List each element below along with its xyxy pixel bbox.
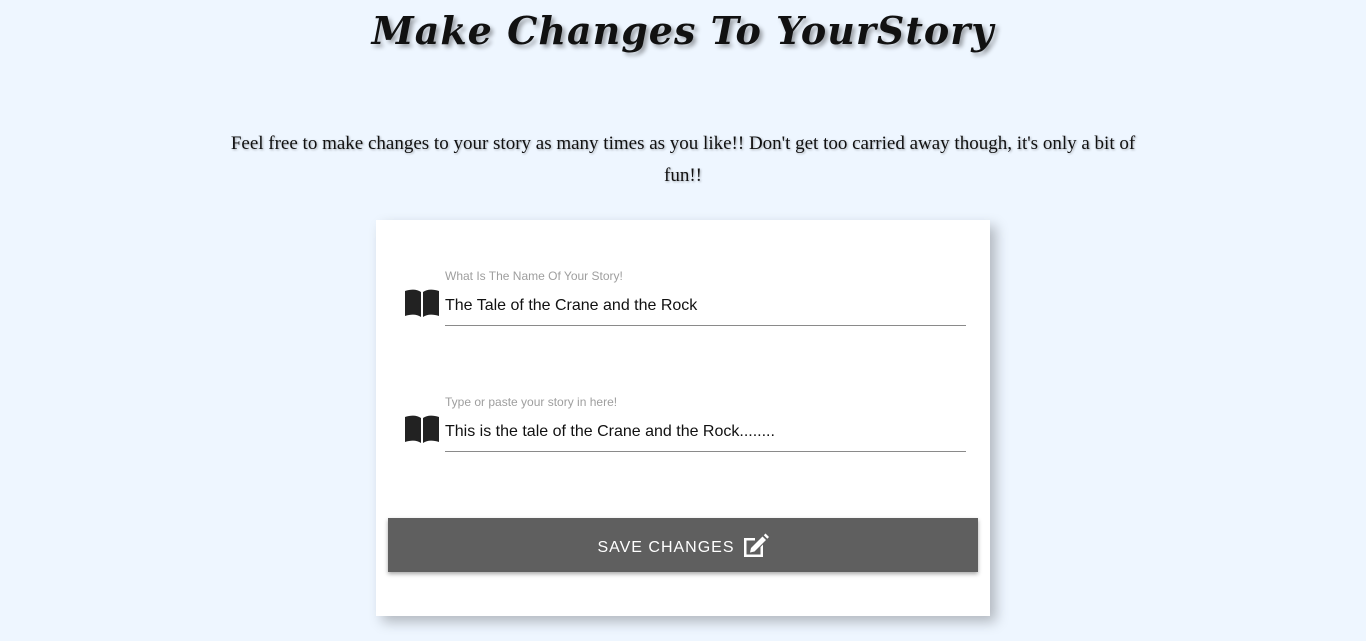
intro-text: Feel free to make changes to your story …	[230, 133, 1136, 186]
story-name-label: What Is The Name Of Your Story!	[445, 269, 623, 283]
save-changes-label: Save Changes	[597, 539, 735, 556]
edit-story-card: What Is The Name Of Your Story! Type or …	[376, 220, 990, 616]
page-title: Make Changes To YourStory	[371, 8, 995, 53]
save-changes-button[interactable]: Save Changes	[388, 518, 978, 572]
story-body-label: Type or paste your story in here!	[445, 395, 618, 409]
page: Make Changes To YourStory Feel free to m…	[0, 0, 1366, 641]
story-name-input[interactable]	[445, 286, 966, 326]
story-body-input[interactable]	[445, 412, 966, 452]
edit-icon	[743, 533, 769, 557]
book-icon	[405, 415, 439, 443]
story-name-field: What Is The Name Of Your Story!	[404, 266, 966, 336]
book-icon	[405, 289, 439, 317]
story-body-field: Type or paste your story in here!	[404, 392, 966, 462]
